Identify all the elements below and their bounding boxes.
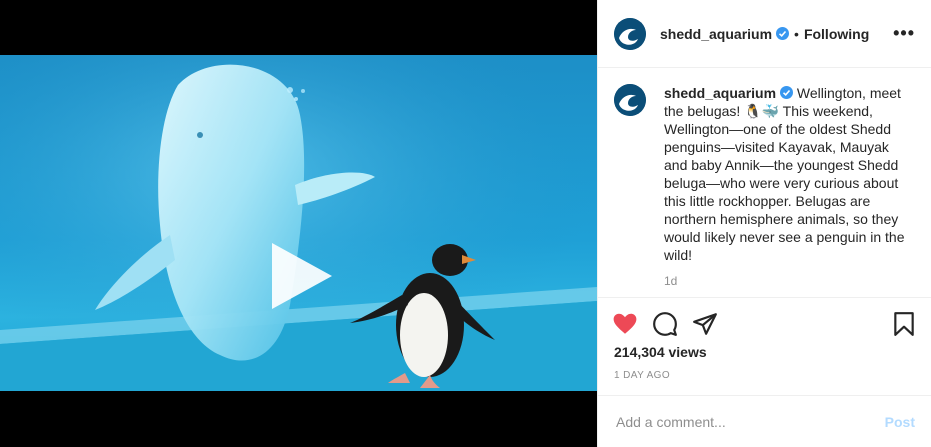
video-frame <box>0 55 597 391</box>
post-time-ago[interactable]: 1 DAY AGO <box>598 370 931 381</box>
play-icon[interactable] <box>266 241 336 311</box>
following-button[interactable]: Following <box>804 26 869 42</box>
shedd-logo-icon <box>614 17 646 50</box>
header-username[interactable]: shedd_aquarium <box>660 26 772 42</box>
comment-input[interactable] <box>614 412 885 431</box>
view-count[interactable]: 214,304 views <box>598 344 931 360</box>
caption-username[interactable]: shedd_aquarium <box>664 85 776 101</box>
post-comment-button[interactable]: Post <box>885 414 915 430</box>
caption: shedd_aquarium Wellington, meet the belu… <box>664 84 906 288</box>
share-icon[interactable] <box>692 311 718 337</box>
instagram-post-modal: shedd_aquarium • Following ••• shedd_aqu… <box>0 0 931 447</box>
post-header: shedd_aquarium • Following ••• <box>598 0 931 68</box>
more-options-button[interactable]: ••• <box>893 23 915 44</box>
verified-icon <box>780 86 794 99</box>
comment-icon[interactable] <box>652 311 678 337</box>
avatar[interactable] <box>614 17 646 50</box>
post-side-panel: shedd_aquarium • Following ••• shedd_aqu… <box>597 0 931 447</box>
caption-area: shedd_aquarium Wellington, meet the belu… <box>598 68 931 298</box>
add-comment-section: Post <box>598 395 931 447</box>
caption-time[interactable]: 1d <box>664 272 906 290</box>
verified-icon <box>776 27 790 40</box>
action-bar <box>598 298 931 350</box>
media-area <box>0 0 597 447</box>
shedd-logo-icon <box>614 84 646 116</box>
video-player[interactable] <box>0 55 597 391</box>
heart-icon[interactable] <box>612 311 638 337</box>
bookmark-icon[interactable] <box>891 311 917 337</box>
separator-dot: • <box>794 25 799 42</box>
caption-text: Wellington, meet the belugas! 🐧🐳 This we… <box>664 85 905 263</box>
caption-avatar[interactable] <box>614 84 646 116</box>
